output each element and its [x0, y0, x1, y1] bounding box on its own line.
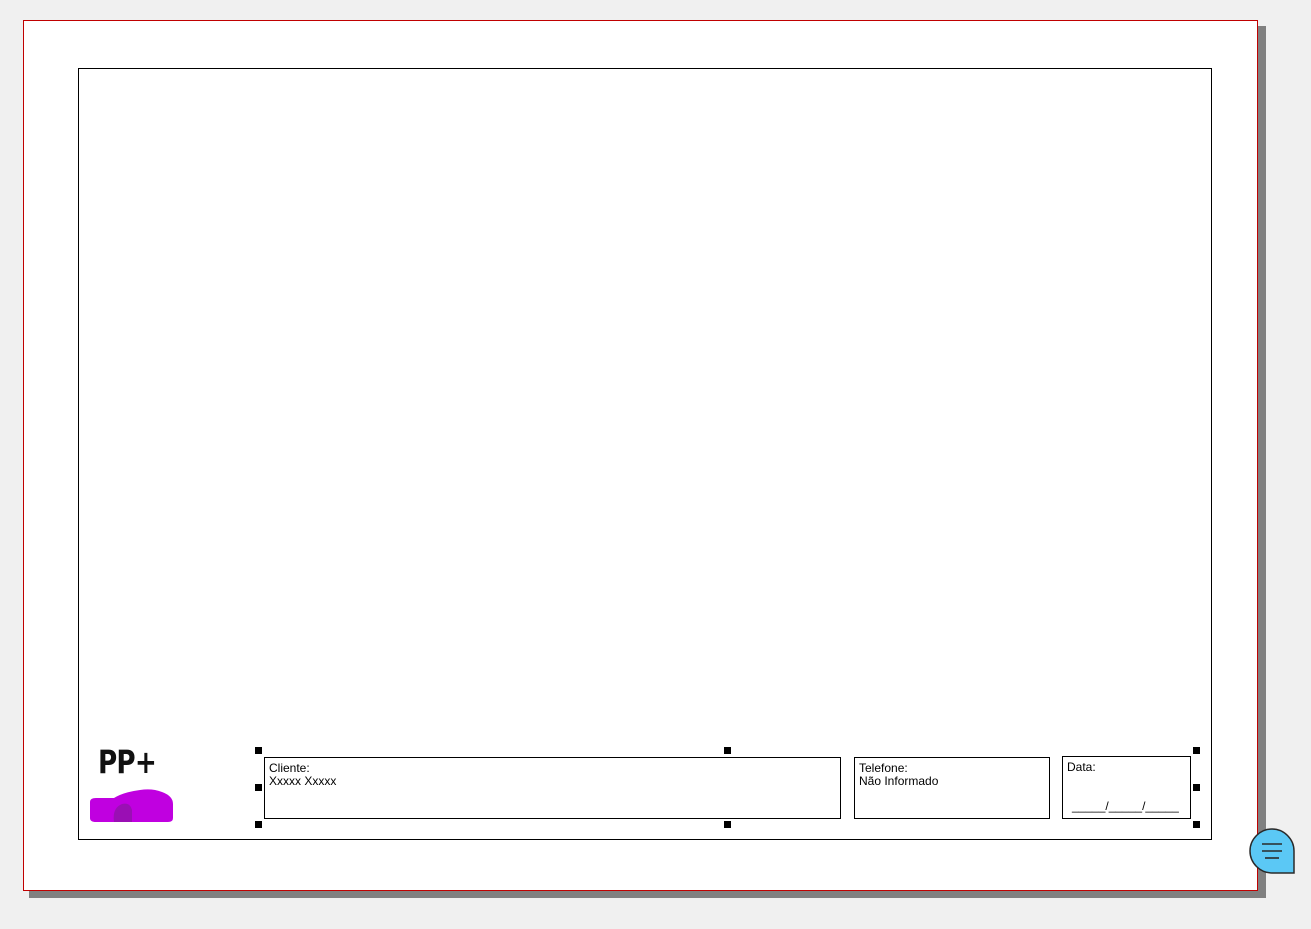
- cliente-value: Xxxxx Xxxxx: [269, 774, 337, 788]
- cliente-label: Cliente:: [269, 761, 310, 775]
- selection-handle-top-middle[interactable]: [724, 747, 731, 754]
- selection-handle-bottom-left[interactable]: [255, 821, 262, 828]
- logo-text: PP+: [98, 743, 157, 781]
- chat-button[interactable]: [1249, 828, 1295, 874]
- telefone-field[interactable]: Telefone: Não Informado: [854, 757, 1050, 819]
- selection-handle-top-left[interactable]: [255, 747, 262, 754]
- selection-handle-bottom-middle[interactable]: [724, 821, 731, 828]
- data-value: _____/_____/_____: [1072, 799, 1179, 813]
- data-label: Data:: [1067, 760, 1096, 774]
- selection-handle-bottom-right[interactable]: [1193, 821, 1200, 828]
- selection-handle-top-right[interactable]: [1193, 747, 1200, 754]
- data-field[interactable]: Data: _____/_____/_____: [1062, 756, 1191, 819]
- chat-menu-icon: [1249, 828, 1295, 874]
- cliente-field[interactable]: Cliente: Xxxxx Xxxxx: [264, 757, 841, 819]
- company-logo[interactable]: PP+: [88, 742, 178, 826]
- selection-handle-middle-left[interactable]: [255, 784, 262, 791]
- logo-shape-icon: [90, 789, 173, 822]
- telefone-value: Não Informado: [859, 774, 939, 788]
- telefone-label: Telefone:: [859, 761, 908, 775]
- selection-handle-middle-right[interactable]: [1193, 784, 1200, 791]
- report-frame[interactable]: [78, 68, 1212, 840]
